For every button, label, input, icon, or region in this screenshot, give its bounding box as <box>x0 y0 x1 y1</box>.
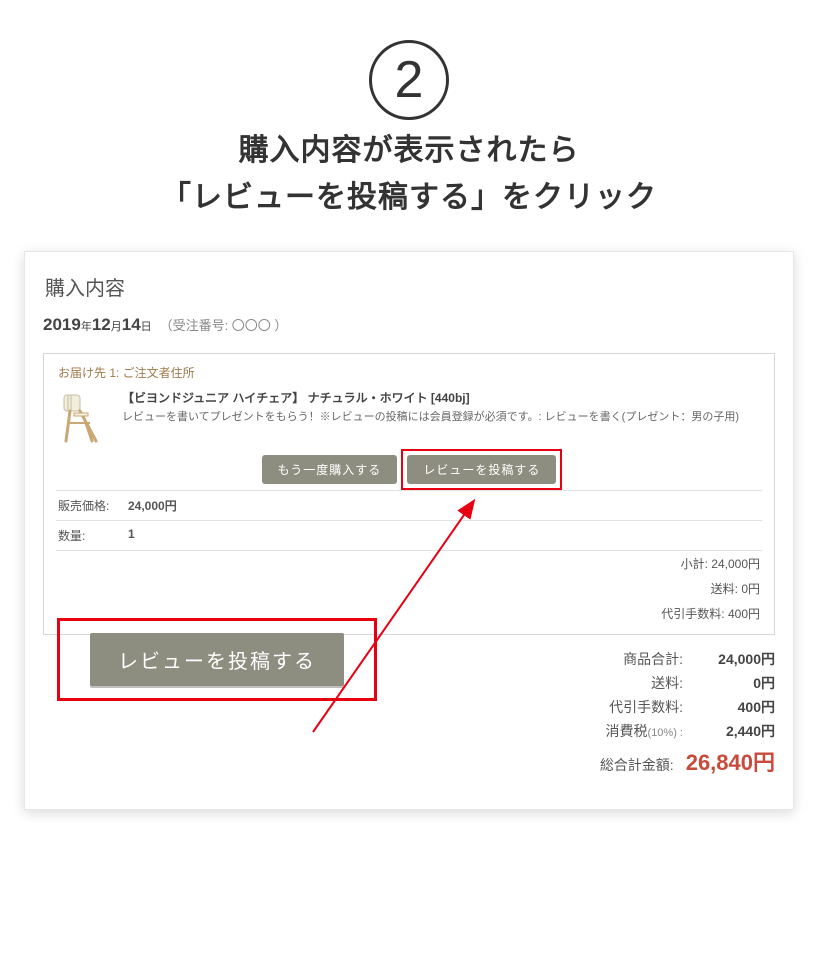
qty-label: 数量: <box>58 527 128 544</box>
goods-total-val: 24,000円 <box>695 649 775 669</box>
inner-shipping: 送料: 0円 <box>56 576 762 601</box>
qty-line: 数量: 1 <box>56 520 762 550</box>
post-review-button-large[interactable]: レビューを投稿する <box>90 633 344 686</box>
inner-subtotal: 小計: 24,000円 <box>56 550 762 576</box>
step-number-badge: 2 <box>369 40 449 120</box>
headline-line-1: 購入内容が表示されたら <box>239 134 580 167</box>
order-id: （受注番号: 〇〇〇 ） <box>160 318 288 333</box>
price-value: 24,000円 <box>128 497 177 514</box>
order-month: 12 <box>92 315 111 334</box>
item-description: レビューを書いてプレゼントをもらう！※レビューの投稿には会員登録が必須です。: … <box>122 409 762 426</box>
tax-sub: (10%) : <box>648 727 683 739</box>
order-month-unit: 月 <box>111 321 122 333</box>
totals-grand-row: 総合計金額: 26,840円 <box>43 745 775 777</box>
tax-label: 消費税(10%) : <box>606 721 683 741</box>
order-panel: 購入内容 2019年12月14日 （受注番号: 〇〇〇 ） お届け先 1: ご注… <box>24 251 794 810</box>
step-number: 2 <box>395 50 424 110</box>
item-text: 【ビヨンドジュニア ハイチェア】 ナチュラル・ホワイト [440bj] レビュー… <box>122 389 762 426</box>
order-date: 2019年12月14日 （受注番号: 〇〇〇 ） <box>43 315 775 335</box>
item-title: 【ビヨンドジュニア ハイチェア】 ナチュラル・ホワイト [440bj] <box>122 389 762 407</box>
section-title: 購入内容 <box>45 272 775 301</box>
item-row: 【ビヨンドジュニア ハイチェア】 ナチュラル・ホワイト [440bj] レビュー… <box>56 389 762 449</box>
ship-to-label: お届け先 1: ご注文者住所 <box>58 364 762 381</box>
price-line: 販売価格: 24,000円 <box>56 490 762 520</box>
cod-val: 400円 <box>695 697 775 717</box>
shipping-label: 送料: <box>651 673 683 693</box>
product-thumbnail <box>56 389 112 445</box>
goods-total-label: 商品合計: <box>623 649 683 669</box>
cod-label: 代引手数料: <box>609 697 683 717</box>
tax-val: 2,440円 <box>695 721 775 741</box>
post-review-button-small[interactable]: レビューを投稿する <box>407 455 556 484</box>
order-day: 14 <box>122 315 141 334</box>
review-button-highlight: レビューを投稿する <box>407 455 556 484</box>
buy-again-button[interactable]: もう一度購入する <box>262 455 398 484</box>
grand-val: 26,840円 <box>686 745 775 777</box>
callout-box-large: レビューを投稿する <box>57 618 377 701</box>
order-year-unit: 年 <box>81 321 92 333</box>
instruction-headline: 購入内容が表示されたら 「レビューを投稿する」をクリック <box>0 128 818 221</box>
item-button-row: もう一度購入する レビューを投稿する <box>56 455 762 484</box>
tax-label-text: 消費税 <box>606 723 648 739</box>
order-day-unit: 日 <box>141 321 152 333</box>
shipping-val: 0円 <box>695 673 775 693</box>
grand-label: 総合計金額: <box>600 755 674 775</box>
price-label: 販売価格: <box>58 497 128 514</box>
headline-line-2: 「レビューを投稿する」をクリック <box>161 181 657 214</box>
totals-tax-row: 消費税(10%) : 2,440円 <box>43 721 775 741</box>
qty-value: 1 <box>128 527 135 544</box>
shipment-box: お届け先 1: ご注文者住所 <box>43 353 775 635</box>
order-year: 2019 <box>43 315 81 334</box>
